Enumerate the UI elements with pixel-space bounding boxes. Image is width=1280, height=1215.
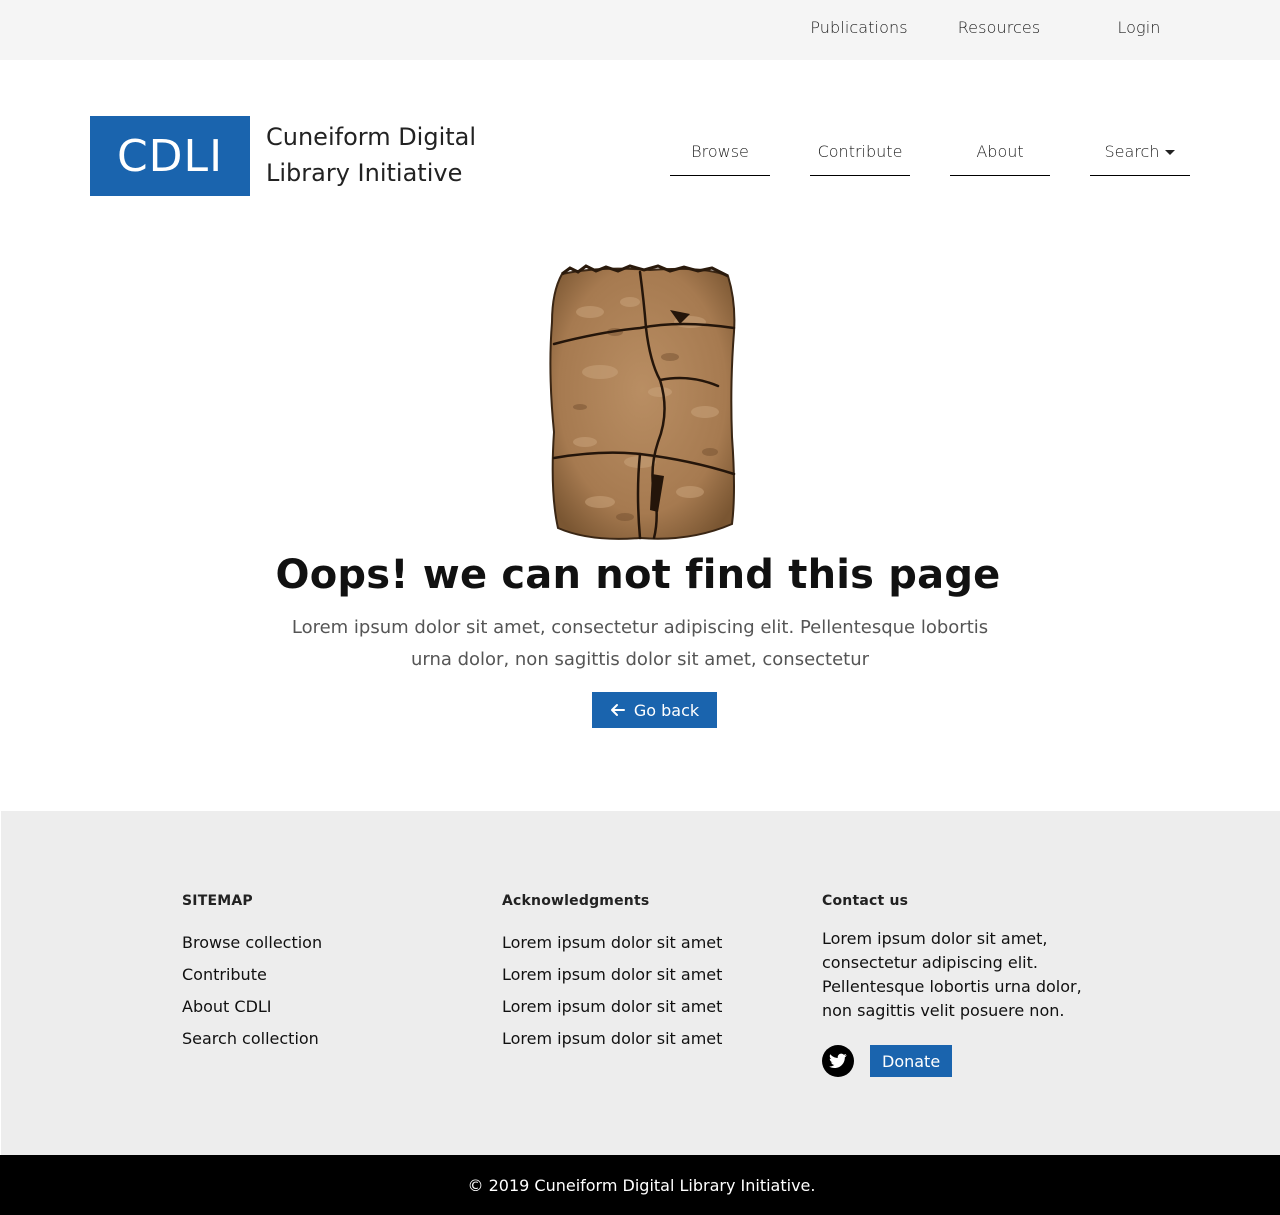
error-title: Oops! we can not find this page <box>275 552 1001 598</box>
login-link[interactable]: Login <box>1069 18 1209 37</box>
go-back-label: Go back <box>633 700 700 720</box>
footer-link-browse-collection[interactable]: Browse collection <box>182 927 322 959</box>
nav-browse[interactable]: Browse <box>670 142 770 176</box>
cdli-logo[interactable]: CDLI <box>90 116 250 196</box>
sitemap-heading: SITEMAP <box>182 893 253 909</box>
twitter-icon[interactable] <box>822 1045 854 1077</box>
contact-text: Lorem ipsum dolor sit amet, consectetur … <box>822 929 1082 1020</box>
caret-down-icon <box>1165 150 1176 155</box>
clay-tablet-illustration <box>540 262 750 547</box>
footer-link-contribute[interactable]: Contribute <box>182 959 322 991</box>
footer-link-search-collection[interactable]: Search collection <box>182 1023 322 1055</box>
site-title-line-2: Library Initiative <box>266 159 463 187</box>
acknowledgment-link[interactable]: Lorem ipsum dolor sit amet <box>502 927 722 959</box>
footer: SITEMAP Browse collection Contribute Abo… <box>1 811 1280 1155</box>
donate-button[interactable]: Donate <box>870 1045 953 1077</box>
arrow-left-icon <box>610 704 625 716</box>
footer-acknowledgments: Acknowledgments Lorem ipsum dolor sit am… <box>502 893 722 1055</box>
contact-heading: Contact us <box>822 893 909 909</box>
go-back-button[interactable]: Go back <box>592 692 717 728</box>
site-title[interactable]: Cuneiform Digital Library Initiative <box>266 119 526 191</box>
nav-search-label: Search <box>1104 142 1160 161</box>
nav-contribute[interactable]: Contribute <box>810 142 910 176</box>
nav-browse-label: Browse <box>691 142 749 161</box>
acknowledgment-link[interactable]: Lorem ipsum dolor sit amet <box>502 1023 722 1055</box>
copyright-text: © 2019 Cuneiform Digital Library Initiat… <box>467 1175 816 1195</box>
nav-about-label: About <box>976 142 1024 161</box>
acknowledgment-link[interactable]: Lorem ipsum dolor sit amet <box>502 959 722 991</box>
error-description: Lorem ipsum dolor sit amet, consectetur … <box>291 617 989 670</box>
acknowledgments-heading: Acknowledgments <box>502 893 650 909</box>
nav-contribute-label: Contribute <box>817 142 903 161</box>
site-title-line-1: Cuneiform Digital <box>266 123 477 151</box>
nav-about[interactable]: About <box>950 142 1050 176</box>
acknowledgment-link[interactable]: Lorem ipsum dolor sit amet <box>502 991 722 1023</box>
footer-link-about-cdli[interactable]: About CDLI <box>182 991 322 1023</box>
nav-search-dropdown[interactable]: Search <box>1090 142 1190 176</box>
footer-contact: Contact us Lorem ipsum dolor sit amet, c… <box>822 893 1112 1077</box>
footer-sitemap: SITEMAP Browse collection Contribute Abo… <box>182 893 322 1055</box>
copyright-bar: © 2019 Cuneiform Digital Library Initiat… <box>0 1155 1280 1215</box>
publications-link[interactable]: Publications <box>789 18 929 37</box>
utility-bar: Publications Resources Login <box>0 0 1280 60</box>
resources-link[interactable]: Resources <box>929 18 1069 37</box>
social-row: Donate <box>822 1045 1112 1077</box>
